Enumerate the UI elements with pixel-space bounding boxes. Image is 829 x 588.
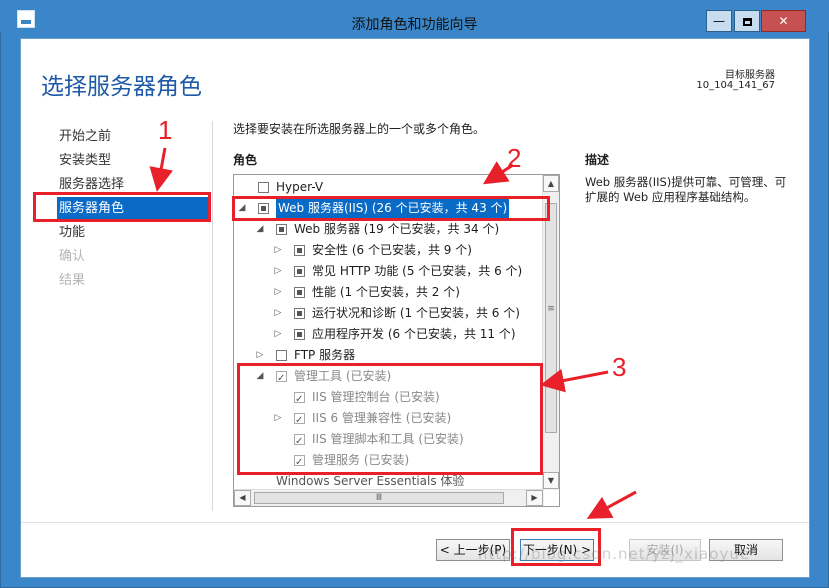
scroll-left-arrow-icon[interactable]: ◀	[234, 490, 251, 506]
maximize-icon	[742, 17, 752, 26]
horizontal-scrollbar[interactable]: ◀ Ⅲ ▶	[234, 489, 544, 506]
expand-arrow-icon[interactable]: ▷	[272, 324, 284, 345]
role-label: 安全性 (6 个已安装，共 9 个)	[312, 243, 472, 257]
watermark: http://blog.csdn.net/yzj_xiaoyue	[478, 545, 751, 563]
annotation-number-2: 2	[507, 143, 522, 173]
role-checkbox[interactable]	[276, 224, 287, 235]
roles-heading: 角色	[233, 153, 258, 167]
annotation-number-1: 1	[158, 115, 173, 145]
nav-item-confirmation: 确认	[59, 249, 86, 264]
target-server-value: 10_104_141_67	[696, 80, 775, 91]
scroll-up-arrow-icon[interactable]: ▲	[543, 175, 559, 192]
role-label: 性能 (1 个已安装，共 2 个)	[312, 285, 460, 299]
scroll-down-arrow-icon[interactable]: ▼	[543, 472, 559, 489]
nav-item-installation-type[interactable]: 安装类型	[57, 149, 211, 173]
vertical-scroll-thumb[interactable]: ≡	[545, 203, 557, 433]
description-text: Web 服务器(IIS)提供可靠、可管理、可扩展的 Web 应用程序基础结构。	[585, 175, 787, 204]
annotation-number-3: 3	[612, 352, 627, 382]
vertical-scrollbar[interactable]: ▲ ≡ ▼	[542, 175, 559, 490]
highlight-box-management-tools	[237, 363, 543, 475]
collapse-arrow-icon[interactable]: ◢	[254, 219, 266, 240]
role-label: 应用程序开发 (6 个已安装，共 11 个)	[312, 327, 516, 341]
instruction-text: 选择要安装在所选服务器上的一个或多个角色。	[233, 122, 486, 136]
wizard-body: 选择服务器角色 目标服务器 10_104_141_67 开始之前 安装类型 服务…	[20, 38, 810, 578]
role-label: 运行状况和诊断 (1 个已安装，共 6 个)	[312, 306, 520, 320]
role-checkbox[interactable]	[294, 287, 305, 298]
description-heading: 描述	[585, 153, 610, 167]
target-server-label: 目标服务器	[725, 70, 775, 81]
expand-arrow-icon[interactable]: ▷	[272, 240, 284, 261]
nav-item-results: 结果	[59, 273, 86, 288]
highlight-box-web-server	[232, 196, 550, 221]
role-checkbox[interactable]	[294, 329, 305, 340]
expand-arrow-icon[interactable]: ▷	[272, 282, 284, 303]
role-checkbox[interactable]	[294, 266, 305, 277]
role-checkbox[interactable]	[258, 182, 269, 193]
nav-item-features[interactable]: 功能	[57, 221, 211, 245]
role-checkbox[interactable]	[276, 350, 287, 361]
button-bar-divider	[21, 522, 809, 523]
expand-arrow-icon[interactable]: ▷	[272, 261, 284, 282]
role-label: Hyper-V	[276, 180, 324, 194]
window-title: 添加角色和功能向导	[351, 17, 478, 33]
page-title: 选择服务器角色	[41, 74, 202, 100]
scroll-right-arrow-icon[interactable]: ▶	[526, 490, 543, 506]
role-checkbox[interactable]	[294, 245, 305, 256]
expand-arrow-icon[interactable]: ▷	[272, 303, 284, 324]
role-label: Web 服务器 (19 个已安装，共 34 个)	[294, 222, 500, 236]
maximize-button[interactable]	[734, 10, 760, 32]
nav-item-before-you-begin[interactable]: 开始之前	[57, 125, 211, 149]
horizontal-scroll-thumb[interactable]: Ⅲ	[254, 492, 504, 504]
highlight-box-nav	[33, 192, 211, 222]
minimize-button[interactable]: —	[706, 10, 732, 32]
nav-divider	[212, 121, 213, 511]
role-checkbox[interactable]	[294, 308, 305, 319]
role-label: 常见 HTTP 功能 (5 个已安装，共 6 个)	[312, 264, 523, 278]
title-bar[interactable]: 添加角色和功能向导 — ✕	[0, 0, 829, 33]
close-button[interactable]: ✕	[761, 10, 806, 32]
